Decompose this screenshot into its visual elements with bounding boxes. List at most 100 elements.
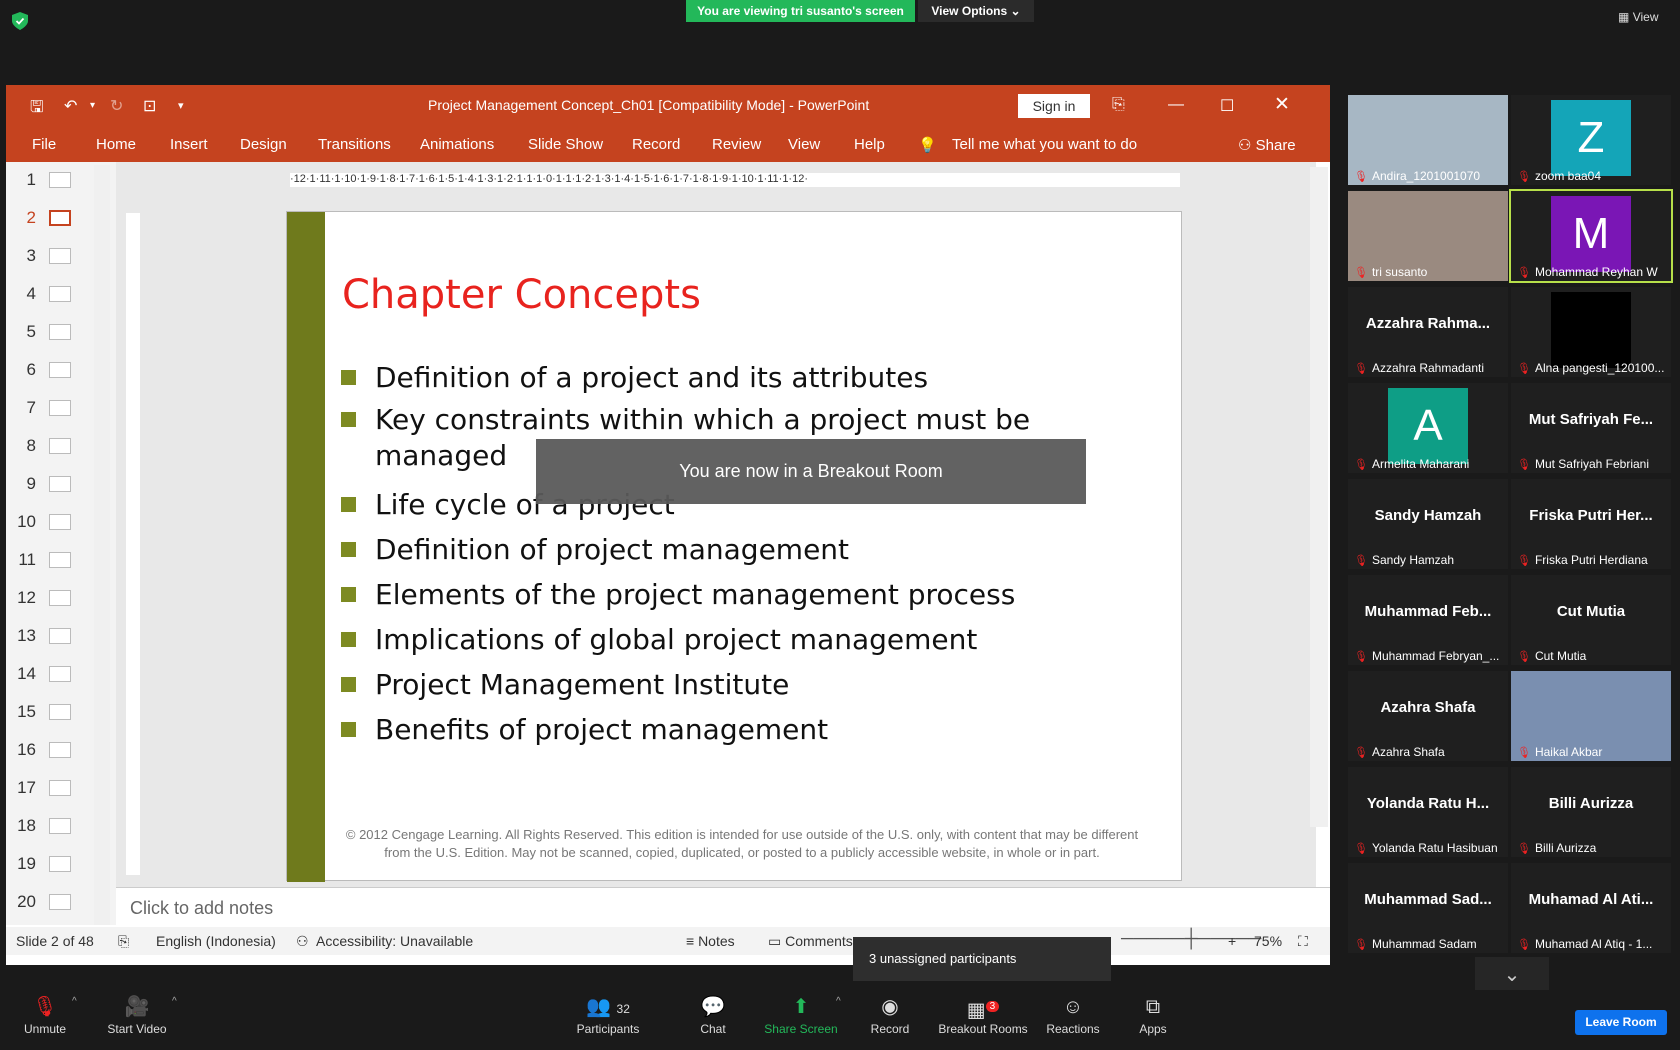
slide-thumbnail[interactable]: [49, 476, 71, 492]
zoom-slider[interactable]: ─────┼─────: [1121, 928, 1261, 949]
participant-tile[interactable]: Azahra Shafa 🎙 Azahra Shafa: [1348, 671, 1508, 761]
slide-thumbnail[interactable]: [49, 362, 71, 378]
slide-thumbnail[interactable]: [49, 590, 71, 606]
slide-thumbnail[interactable]: [49, 856, 71, 872]
sign-in-button[interactable]: Sign in: [1018, 94, 1090, 118]
slide-thumbnail[interactable]: [49, 704, 71, 720]
tab-file[interactable]: File: [32, 136, 56, 153]
ribbon-display-icon[interactable]: ⎘: [1112, 96, 1125, 114]
accessibility-status[interactable]: Accessibility: Unavailable: [316, 933, 473, 949]
slide-thumbnail[interactable]: [49, 514, 71, 530]
thumbnail-number[interactable]: 20: [12, 892, 36, 912]
slide-thumbnail[interactable]: [49, 552, 71, 568]
bullet-item[interactable]: Definition of project management: [341, 532, 1032, 568]
apps-button[interactable]: ⧉ Apps: [1108, 992, 1198, 1036]
participant-tile[interactable]: Yolanda Ratu H... 🎙 Yolanda Ratu Hasibuan: [1348, 767, 1508, 857]
participant-tile[interactable]: Muhammad Sad... 🎙 Muhammad Sadam: [1348, 863, 1508, 953]
slide-thumbnail[interactable]: [49, 742, 71, 758]
bullet-item[interactable]: Definition of a project and its attribut…: [341, 360, 1032, 396]
customize-toolbar-icon[interactable]: ▾: [178, 99, 184, 112]
video-options-caret[interactable]: ^: [172, 996, 177, 1007]
participant-tile[interactable]: Muhammad Feb... 🎙 Muhammad Febryan_...: [1348, 575, 1508, 665]
redo-icon[interactable]: ↻: [110, 96, 123, 116]
tab-view[interactable]: View: [788, 136, 820, 153]
language-indicator[interactable]: English (Indonesia): [156, 933, 276, 949]
slide-thumbnail[interactable]: [49, 438, 71, 454]
tell-me-search[interactable]: Tell me what you want to do: [952, 136, 1137, 153]
thumbnail-number[interactable]: 4: [12, 284, 36, 304]
thumbnail-number[interactable]: 13: [12, 626, 36, 646]
chevron-down-icon[interactable]: ▾: [90, 100, 95, 111]
leave-room-button[interactable]: Leave Room: [1575, 1010, 1667, 1035]
slide-thumbnail[interactable]: [49, 894, 71, 910]
tab-help[interactable]: Help: [854, 136, 885, 153]
slide-thumbnail[interactable]: [49, 628, 71, 644]
thumbnail-number[interactable]: 7: [12, 398, 36, 418]
thumbnail-number[interactable]: 10: [12, 512, 36, 532]
notes-button[interactable]: ≡ Notes: [686, 933, 735, 949]
participant-tile[interactable]: M 🎙 Mohammad Reyhan W: [1509, 189, 1673, 283]
participant-tile[interactable]: Sandy Hamzah 🎙 Sandy Hamzah: [1348, 479, 1508, 569]
fit-slide-icon[interactable]: ⛶: [1298, 933, 1308, 950]
thumbnail-number[interactable]: 1: [12, 170, 36, 190]
slide-scrollbar[interactable]: [1310, 167, 1328, 827]
zoom-in-icon[interactable]: +: [1228, 933, 1236, 949]
breakout-rooms-button[interactable]: ▦ 3 Breakout Rooms: [938, 992, 1028, 1036]
notes-pane[interactable]: Click to add notes: [116, 887, 1330, 927]
thumbnail-number[interactable]: 15: [12, 702, 36, 722]
slide-thumbnail[interactable]: [49, 324, 71, 340]
share-screen-button[interactable]: ⬆ Share Screen: [756, 992, 846, 1036]
participant-tile[interactable]: Z 🎙 zoom baa04: [1511, 95, 1671, 185]
minimize-icon[interactable]: —: [1168, 96, 1184, 114]
view-button[interactable]: ▦ View: [1618, 10, 1658, 24]
slide[interactable]: Chapter Concepts Definition of a project…: [286, 211, 1182, 882]
participant-tile[interactable]: 🎙 tri susanto: [1348, 191, 1508, 281]
participant-tile[interactable]: 🎙 Haikal Akbar: [1511, 671, 1671, 761]
save-icon[interactable]: 🖫: [30, 96, 44, 123]
participant-tile[interactable]: Muhamad Al Ati... 🎙 Muhamad Al Atiq - 1...: [1511, 863, 1671, 953]
tab-animations[interactable]: Animations: [420, 136, 494, 153]
share-options-caret[interactable]: ^: [836, 996, 841, 1007]
tab-design[interactable]: Design: [240, 136, 287, 153]
participant-tile[interactable]: 🎙 Andira_1201001070: [1348, 95, 1508, 185]
slide-thumbnail[interactable]: [49, 818, 71, 834]
close-icon[interactable]: ✕: [1274, 93, 1290, 116]
slide-thumbnail[interactable]: [49, 248, 71, 264]
reactions-button[interactable]: ☺ Reactions: [1028, 992, 1118, 1036]
thumbnail-number[interactable]: 8: [12, 436, 36, 456]
tab-record[interactable]: Record: [632, 136, 680, 153]
chat-button[interactable]: 💬 Chat: [668, 992, 758, 1036]
thumbnail-number[interactable]: 6: [12, 360, 36, 380]
record-button[interactable]: ◉ Record: [845, 992, 935, 1036]
participants-button[interactable]: 👥 32 Participants: [563, 992, 653, 1036]
slide-thumbnail[interactable]: [49, 400, 71, 416]
share-button[interactable]: ⚇ Share: [1238, 136, 1296, 154]
tab-home[interactable]: Home: [96, 136, 136, 153]
comments-button[interactable]: ▭ Comments: [768, 933, 853, 950]
slide-thumbnail-selected[interactable]: [49, 210, 71, 226]
thumbnail-scrollbar[interactable]: [94, 165, 110, 925]
thumbnail-number[interactable]: 18: [12, 816, 36, 836]
audio-options-caret[interactable]: ^: [72, 996, 77, 1007]
participant-tile[interactable]: A 🎙 Armelita Maharani: [1348, 383, 1508, 473]
bullet-item[interactable]: Elements of the project management proce…: [341, 577, 1032, 613]
bullet-item[interactable]: Project Management Institute: [341, 667, 1032, 703]
thumbnail-number[interactable]: 14: [12, 664, 36, 684]
thumbnail-number[interactable]: 3: [12, 246, 36, 266]
thumbnail-number[interactable]: 11: [12, 550, 36, 570]
tab-transitions[interactable]: Transitions: [318, 136, 391, 153]
view-options-button[interactable]: View Options ⌄: [918, 0, 1034, 22]
slide-thumbnail[interactable]: [49, 172, 71, 188]
chevron-down-icon[interactable]: ⌄: [1475, 957, 1549, 993]
slide-title[interactable]: Chapter Concepts: [342, 272, 701, 318]
thumbnail-number[interactable]: 2: [12, 208, 36, 228]
thumbnail-number[interactable]: 17: [12, 778, 36, 798]
start-video-button[interactable]: 🎥 Start Video: [92, 992, 182, 1036]
spellcheck-icon[interactable]: ⎘: [118, 933, 129, 950]
slide-thumbnail[interactable]: [49, 666, 71, 682]
thumbnail-number[interactable]: 12: [12, 588, 36, 608]
thumbnail-number[interactable]: 9: [12, 474, 36, 494]
participant-tile[interactable]: Billi Aurizza 🎙 Billi Aurizza: [1511, 767, 1671, 857]
thumbnail-number[interactable]: 19: [12, 854, 36, 874]
tab-slide-show[interactable]: Slide Show: [528, 136, 603, 153]
